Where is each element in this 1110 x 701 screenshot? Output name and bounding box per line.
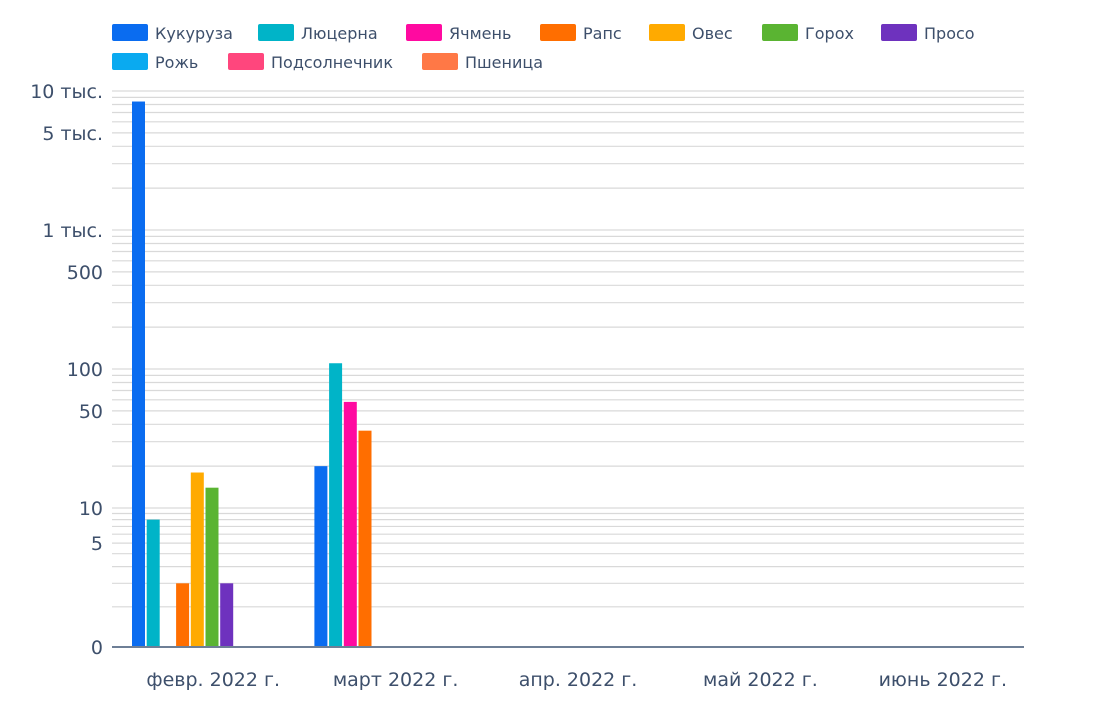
legend-swatch [112, 53, 148, 70]
x-tick-label: март 2022 г. [333, 669, 459, 691]
legend: Кукуруза Люцерна Ячмень Рапс Овес Горох Просо Р… [112, 24, 975, 72]
legend-swatch [540, 24, 576, 41]
y-tick-label: 0 [91, 637, 103, 659]
y-tick-label: 1 тыс. [42, 220, 103, 242]
legend-label: Ячмень [449, 24, 511, 43]
bar [329, 363, 343, 647]
legend-item[interactable]: Горох [762, 24, 854, 43]
legend-label: Люцерна [301, 24, 378, 43]
legend-label: Кукуруза [155, 24, 233, 43]
legend-item[interactable]: Рапс [540, 24, 622, 43]
y-tick-label: 10 тыс. [30, 81, 103, 103]
bar [146, 519, 160, 647]
legend-swatch [762, 24, 798, 41]
bar [132, 101, 145, 648]
legend-item[interactable]: Кукуруза [112, 24, 233, 43]
legend-item[interactable]: Овес [649, 24, 733, 43]
x-tick-label: июнь 2022 г. [879, 669, 1007, 691]
y-tick-label: 5 тыс. [42, 123, 103, 145]
bar [220, 583, 234, 647]
bar-chart: 0 5 10 50 100 500 1 тыс. 5 тыс. 10 тыс. февр. 20… [30, 24, 1024, 691]
legend-item[interactable]: Ячмень [406, 24, 511, 43]
legend-label: Пшеница [465, 53, 543, 72]
legend-swatch [422, 53, 458, 70]
bar [314, 466, 328, 647]
bar [205, 487, 219, 647]
legend-item[interactable]: Просо [881, 24, 975, 43]
legend-swatch [649, 24, 685, 41]
bar [190, 472, 204, 647]
y-axis-ticks: 0 5 10 50 100 500 1 тыс. 5 тыс. 10 тыс. [30, 81, 103, 659]
legend-label: Рожь [155, 53, 198, 72]
legend-label: Овес [692, 24, 733, 43]
y-tick-label: 10 [79, 498, 103, 520]
bar [343, 401, 357, 647]
legend-item[interactable]: Люцерна [258, 24, 378, 43]
bars [132, 101, 372, 648]
legend-swatch [258, 24, 294, 41]
legend-swatch [881, 24, 917, 41]
legend-label: Рапс [583, 24, 622, 43]
legend-swatch [112, 24, 148, 41]
x-tick-label: апр. 2022 г. [519, 669, 638, 691]
y-tick-label: 100 [67, 359, 103, 381]
bar [176, 583, 190, 647]
y-tick-label: 50 [79, 401, 103, 423]
legend-item[interactable]: Рожь [112, 53, 198, 72]
legend-label: Просо [924, 24, 975, 43]
x-tick-label: май 2022 г. [703, 669, 818, 691]
y-tick-label: 5 [91, 533, 103, 555]
legend-swatch [228, 53, 264, 70]
legend-item[interactable]: Пшеница [422, 53, 543, 72]
legend-swatch [406, 24, 442, 41]
legend-item[interactable]: Подсолнечник [228, 53, 393, 72]
legend-label: Подсолнечник [271, 53, 393, 72]
bar [358, 430, 372, 647]
x-axis-ticks: февр. 2022 г. март 2022 г. апр. 2022 г. май… [146, 669, 1007, 691]
legend-label: Горох [805, 24, 854, 43]
grid [112, 90, 1024, 608]
x-tick-label: февр. 2022 г. [146, 669, 280, 691]
y-tick-label: 500 [67, 262, 103, 284]
